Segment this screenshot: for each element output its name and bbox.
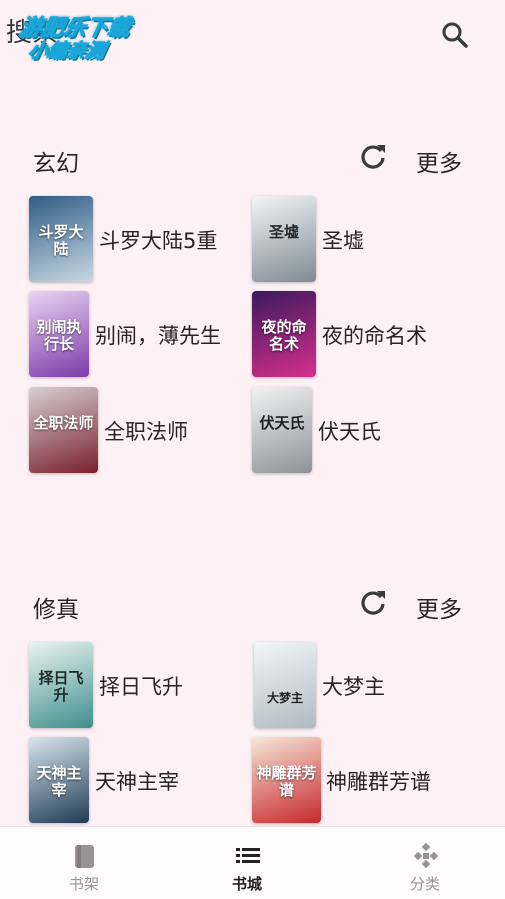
more-link[interactable]: 更多	[416, 144, 462, 178]
section-header-xuanhuan: 玄幻 更多	[0, 140, 505, 180]
book-title: 斗罗大陆5重	[99, 229, 218, 253]
book-item[interactable]: 夜的命名术 夜的命名术	[252, 291, 472, 381]
refresh-icon	[361, 145, 385, 169]
book-icon	[75, 845, 94, 868]
book-cover: 夜的命名术	[252, 291, 316, 377]
nav-item-bookstore[interactable]: 书城	[163, 827, 331, 899]
nav-label: 分类	[409, 875, 440, 893]
nav-item-bookshelf[interactable]: 书架	[0, 827, 168, 899]
cover-title: 圣墟	[268, 223, 299, 241]
list-icon	[236, 848, 260, 863]
book-title: 天神主宰	[95, 770, 179, 794]
book-item[interactable]: 别闹执行长 别闹，薄先生	[29, 291, 249, 381]
watermark-logo: 游肥乐下载 小编亲测	[8, 8, 156, 64]
bottom-navigation: 书架 书城 分类	[0, 826, 505, 899]
cover-title: 伏天氏	[259, 414, 305, 432]
book-title: 择日飞升	[99, 675, 183, 699]
book-item[interactable]: 择日飞升 择日飞升	[29, 642, 249, 732]
book-cover: 天神主宰	[29, 737, 89, 823]
book-cover: 大梦主	[254, 642, 316, 728]
refresh-button[interactable]	[358, 588, 388, 618]
refresh-button[interactable]	[358, 142, 388, 172]
book-cover: 全职法师	[29, 387, 98, 473]
book-item[interactable]: 斗罗大陆 斗罗大陆5重	[29, 196, 249, 286]
nav-item-category[interactable]: 分类	[341, 827, 505, 899]
refresh-icon	[361, 591, 385, 615]
section-header-xiuzhen: 修真 更多	[0, 586, 505, 626]
more-link[interactable]: 更多	[416, 590, 462, 624]
watermark-line2: 小编亲测	[26, 40, 108, 63]
cover-title: 别闹执行长	[36, 318, 82, 353]
book-title: 大梦主	[322, 675, 385, 699]
search-button[interactable]	[440, 20, 470, 50]
book-item[interactable]: 天神主宰 天神主宰	[29, 737, 249, 827]
book-title: 别闹，薄先生	[95, 324, 221, 348]
cover-title: 神雕群芳谱	[256, 764, 317, 799]
search-icon	[442, 22, 468, 48]
nav-label: 书城	[231, 875, 262, 893]
book-cover: 斗罗大陆	[29, 196, 93, 282]
book-item[interactable]: 圣墟 圣墟	[252, 196, 472, 286]
grid-icon	[413, 843, 439, 869]
book-title: 夜的命名术	[322, 324, 427, 348]
book-cover: 择日飞升	[29, 642, 93, 728]
cover-title: 择日飞升	[38, 669, 84, 704]
cover-title: 全职法师	[33, 414, 94, 432]
book-cover: 圣墟	[252, 196, 316, 282]
cover-title: 天神主宰	[36, 764, 82, 799]
book-cover: 伏天氏	[252, 387, 312, 473]
book-item[interactable]: 全职法师 全职法师	[29, 387, 249, 477]
section-title: 玄幻	[33, 151, 79, 177]
book-title: 圣墟	[322, 229, 364, 253]
cover-title: 夜的命名术	[261, 318, 307, 353]
book-item[interactable]: 伏天氏 伏天氏	[252, 387, 472, 477]
book-cover: 别闹执行长	[29, 291, 89, 377]
book-item[interactable]: 大梦主 大梦主	[254, 642, 474, 732]
cover-title: 大梦主	[266, 691, 303, 705]
book-item[interactable]: 神雕群芳谱 神雕群芳谱	[252, 737, 472, 827]
cover-title: 斗罗大陆	[38, 223, 84, 258]
book-cover: 神雕群芳谱	[252, 737, 321, 823]
nav-label: 书架	[68, 875, 99, 893]
book-title: 伏天氏	[318, 420, 381, 444]
book-title: 神雕群芳谱	[326, 770, 431, 794]
top-app-bar: 搜索 游肥乐下载 小编亲测	[0, 0, 505, 70]
section-title: 修真	[33, 597, 79, 623]
book-title: 全职法师	[104, 420, 188, 444]
